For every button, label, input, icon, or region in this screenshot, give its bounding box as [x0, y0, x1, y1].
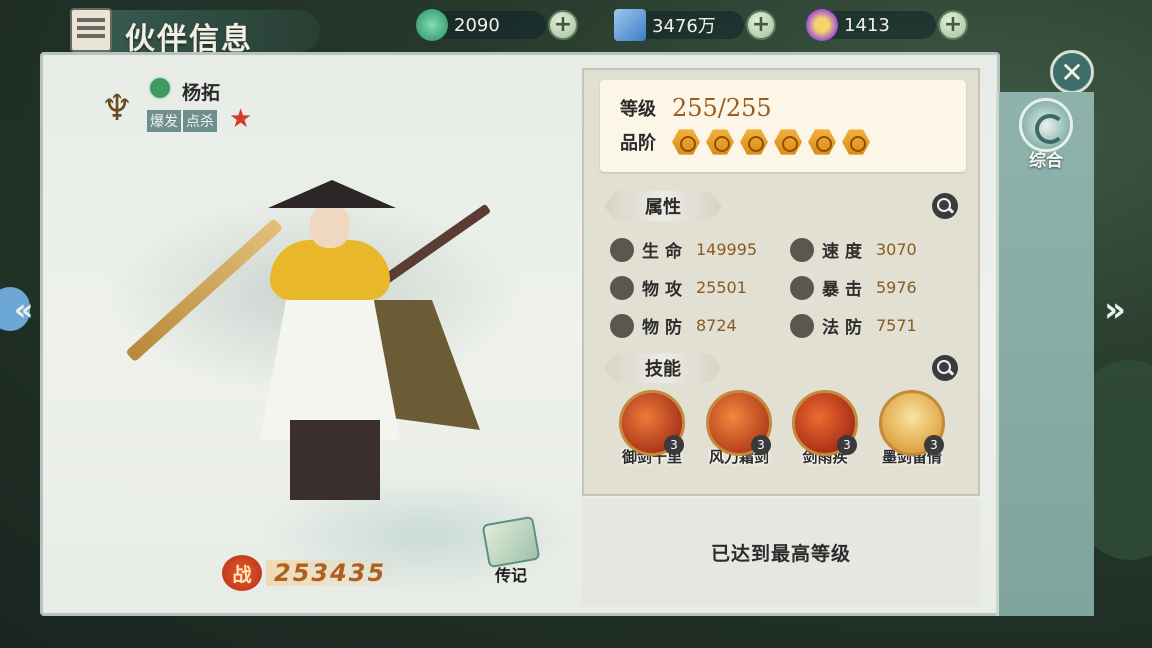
skill-slot[interactable]: 3 御剑千里 [616, 390, 688, 467]
add-jade-button[interactable]: + [548, 10, 578, 40]
previous-partner-button[interactable]: « [0, 283, 50, 335]
skill-level: 3 [751, 435, 771, 455]
attr-hp: 生命 149995 [610, 237, 757, 262]
silver-value: 3476万 [652, 16, 716, 37]
attr-label: 法防 [822, 318, 868, 338]
sword-decoration [378, 203, 492, 287]
top-bar: 伙伴信息 2090 + 3476万 + 1413 + [0, 0, 1152, 57]
sword-icon [610, 275, 634, 300]
attr-value: 8724 [696, 316, 737, 335]
attr-value: 7571 [876, 316, 917, 335]
skill-icon: 3 [792, 390, 858, 456]
combat-power: 战 253435 [222, 555, 405, 591]
skill-slot[interactable]: 3 剑雨疾 [789, 390, 861, 467]
skill-level: 3 [924, 435, 944, 455]
attr-label: 生命 [642, 242, 688, 262]
level-value: 255/255 [672, 94, 772, 122]
close-button[interactable]: ✕ [1050, 50, 1094, 94]
attr-value: 5976 [876, 278, 917, 297]
level-row: 等级 255/255 [620, 94, 772, 122]
grade-coin-icon [706, 129, 734, 155]
skill-icon: 3 [879, 390, 945, 456]
attr-label: 物防 [642, 318, 688, 338]
combat-power-value: 253435 [266, 560, 405, 586]
crit-icon [790, 275, 814, 300]
skill-icon: 3 [619, 390, 685, 456]
attr-physical-defense: 物防 8724 [610, 313, 737, 338]
tab-general[interactable]: 综合 [1013, 98, 1079, 174]
skills-header: 技能 [604, 353, 722, 383]
right-sidebar: 综合 [996, 92, 1094, 616]
hero-tags: 爆发 点杀 [147, 110, 217, 132]
resource-spirit: 1413 + [806, 9, 968, 41]
grade-coin-icon [740, 129, 768, 155]
attr-label: 暴击 [822, 280, 868, 300]
skill-level: 3 [664, 435, 684, 455]
attr-crit: 暴击 5976 [790, 275, 917, 300]
resource-jade: 2090 + [416, 9, 578, 41]
scroll-icon [70, 8, 112, 52]
skills-search-icon[interactable] [932, 355, 958, 381]
hero-character-model[interactable] [125, 160, 510, 510]
attr-physical-attack: 物攻 25501 [610, 275, 747, 300]
shield-icon [610, 313, 634, 338]
heart-icon [610, 237, 634, 262]
attr-label: 物攻 [642, 280, 688, 300]
grade-coin-icon [672, 129, 700, 155]
attr-magic-defense: 法防 7571 [790, 313, 917, 338]
head-decoration [310, 204, 350, 248]
attributes-header: 属性 [604, 191, 722, 221]
grade-coin-icon [808, 129, 836, 155]
add-spirit-button[interactable]: + [938, 10, 968, 40]
skill-icon: 3 [706, 390, 772, 456]
class-emblem-icon: ♆ [100, 87, 134, 129]
resource-pill: 1413 [806, 9, 936, 41]
legs-decoration [290, 420, 380, 500]
attr-value: 149995 [696, 240, 758, 259]
hero-tag: 爆发 [147, 110, 181, 132]
attr-value: 3070 [876, 240, 917, 259]
swirl-icon [1019, 98, 1073, 152]
hero-name: 杨拓 [182, 82, 221, 104]
jade-value: 2090 [454, 14, 500, 36]
jade-icon [416, 9, 448, 41]
biography-button[interactable]: 传记 [478, 515, 544, 586]
page-title-banner: 伙伴信息 [70, 6, 320, 57]
skill-slot[interactable]: 3 墨剑留情 [876, 390, 948, 467]
grade-label: 品阶 [620, 133, 656, 154]
attr-value: 25501 [696, 278, 747, 297]
grade-coin-icon [842, 129, 870, 155]
resource-pill: 2090 [416, 9, 546, 41]
scarf-decoration [270, 240, 390, 300]
grade-coin-icon [774, 129, 802, 155]
combat-badge: 战 [222, 555, 262, 591]
silver-ticket-icon [614, 9, 646, 41]
book-icon [481, 515, 541, 569]
hat-decoration [268, 180, 396, 208]
biography-label: 传记 [494, 566, 527, 585]
arrow-left-icon: « [14, 293, 34, 328]
attributes-search-icon[interactable] [932, 193, 958, 219]
leaf-element-icon [148, 76, 172, 100]
attr-label: 速度 [822, 242, 868, 262]
attr-speed: 速度 3070 [790, 237, 917, 262]
star-icon: ★ [229, 104, 253, 134]
add-silver-button[interactable]: + [746, 10, 776, 40]
level-label: 等级 [620, 99, 656, 120]
grade-row: 品阶 [620, 128, 876, 156]
max-level-notice: 已达到最高等级 [582, 498, 980, 606]
magic-shield-icon [790, 313, 814, 338]
resource-pill: 3476万 [614, 9, 744, 41]
skill-slot[interactable]: 3 风刀霜剑 [703, 390, 775, 467]
spirit-value: 1413 [844, 14, 890, 36]
skill-level: 3 [837, 435, 857, 455]
next-partner-button[interactable]: » [1104, 290, 1126, 330]
speed-icon [790, 237, 814, 262]
resource-silver: 3476万 + [614, 9, 776, 41]
hero-tag: 点杀 [183, 110, 217, 132]
spirit-orb-icon [806, 9, 838, 41]
